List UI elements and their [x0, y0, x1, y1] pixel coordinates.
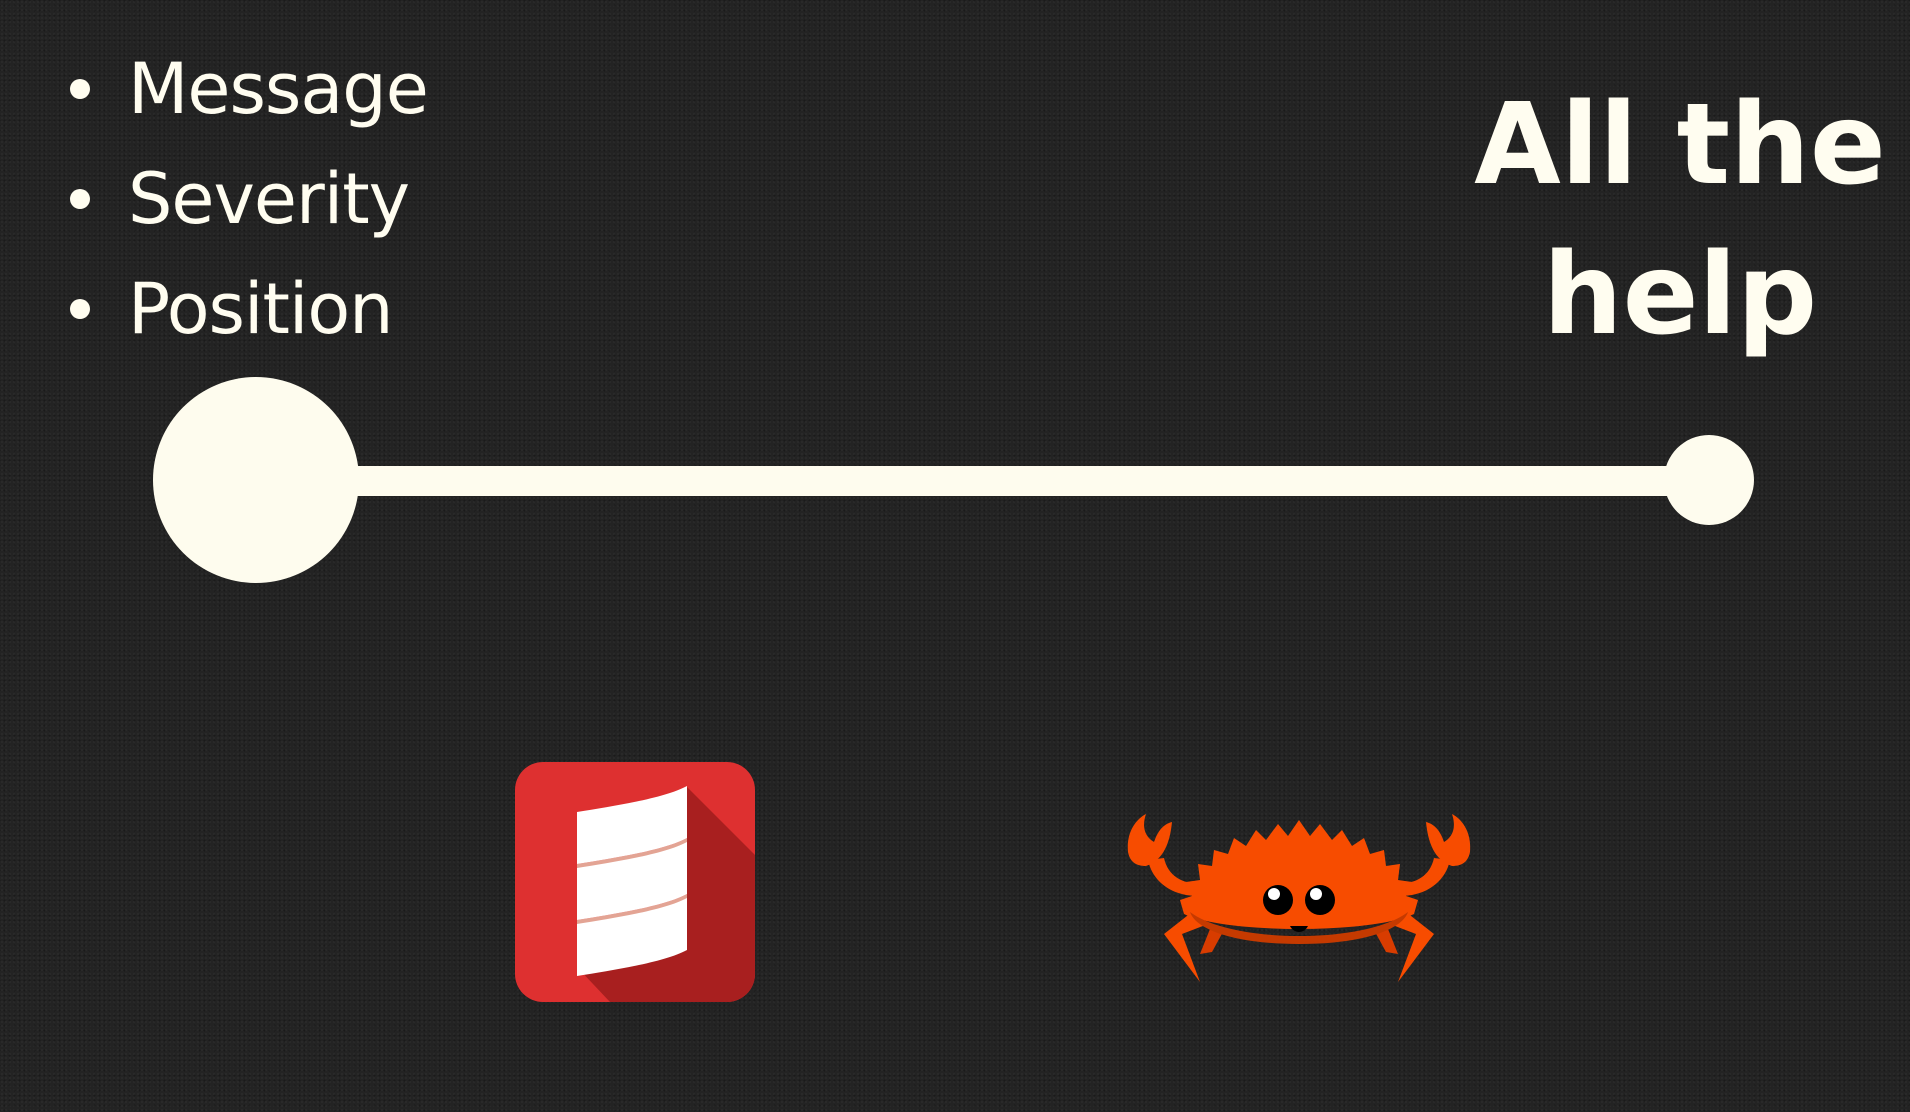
bullet-item-message: Message	[70, 34, 429, 144]
bullet-text: Position	[128, 268, 394, 350]
ferris-crab-icon	[1112, 784, 1486, 984]
timeline-end-dot	[1664, 435, 1754, 525]
bullet-text: Message	[128, 48, 429, 130]
slide-heading: All the help	[1474, 80, 1886, 360]
bullet-dot-icon	[70, 189, 90, 209]
bullet-item-severity: Severity	[70, 144, 428, 254]
bullet-list: Message Severity Position	[70, 34, 429, 364]
timeline-start-dot	[153, 377, 359, 583]
scala-logo-icon	[515, 762, 755, 1002]
bullet-item-position: Position	[70, 254, 428, 364]
slide: Message Severity Position All the help	[0, 0, 1910, 1112]
bullet-text: Severity	[128, 158, 410, 240]
timeline-track	[256, 466, 1710, 496]
bullet-dot-icon	[70, 79, 90, 99]
bullet-dot-icon	[70, 299, 90, 319]
